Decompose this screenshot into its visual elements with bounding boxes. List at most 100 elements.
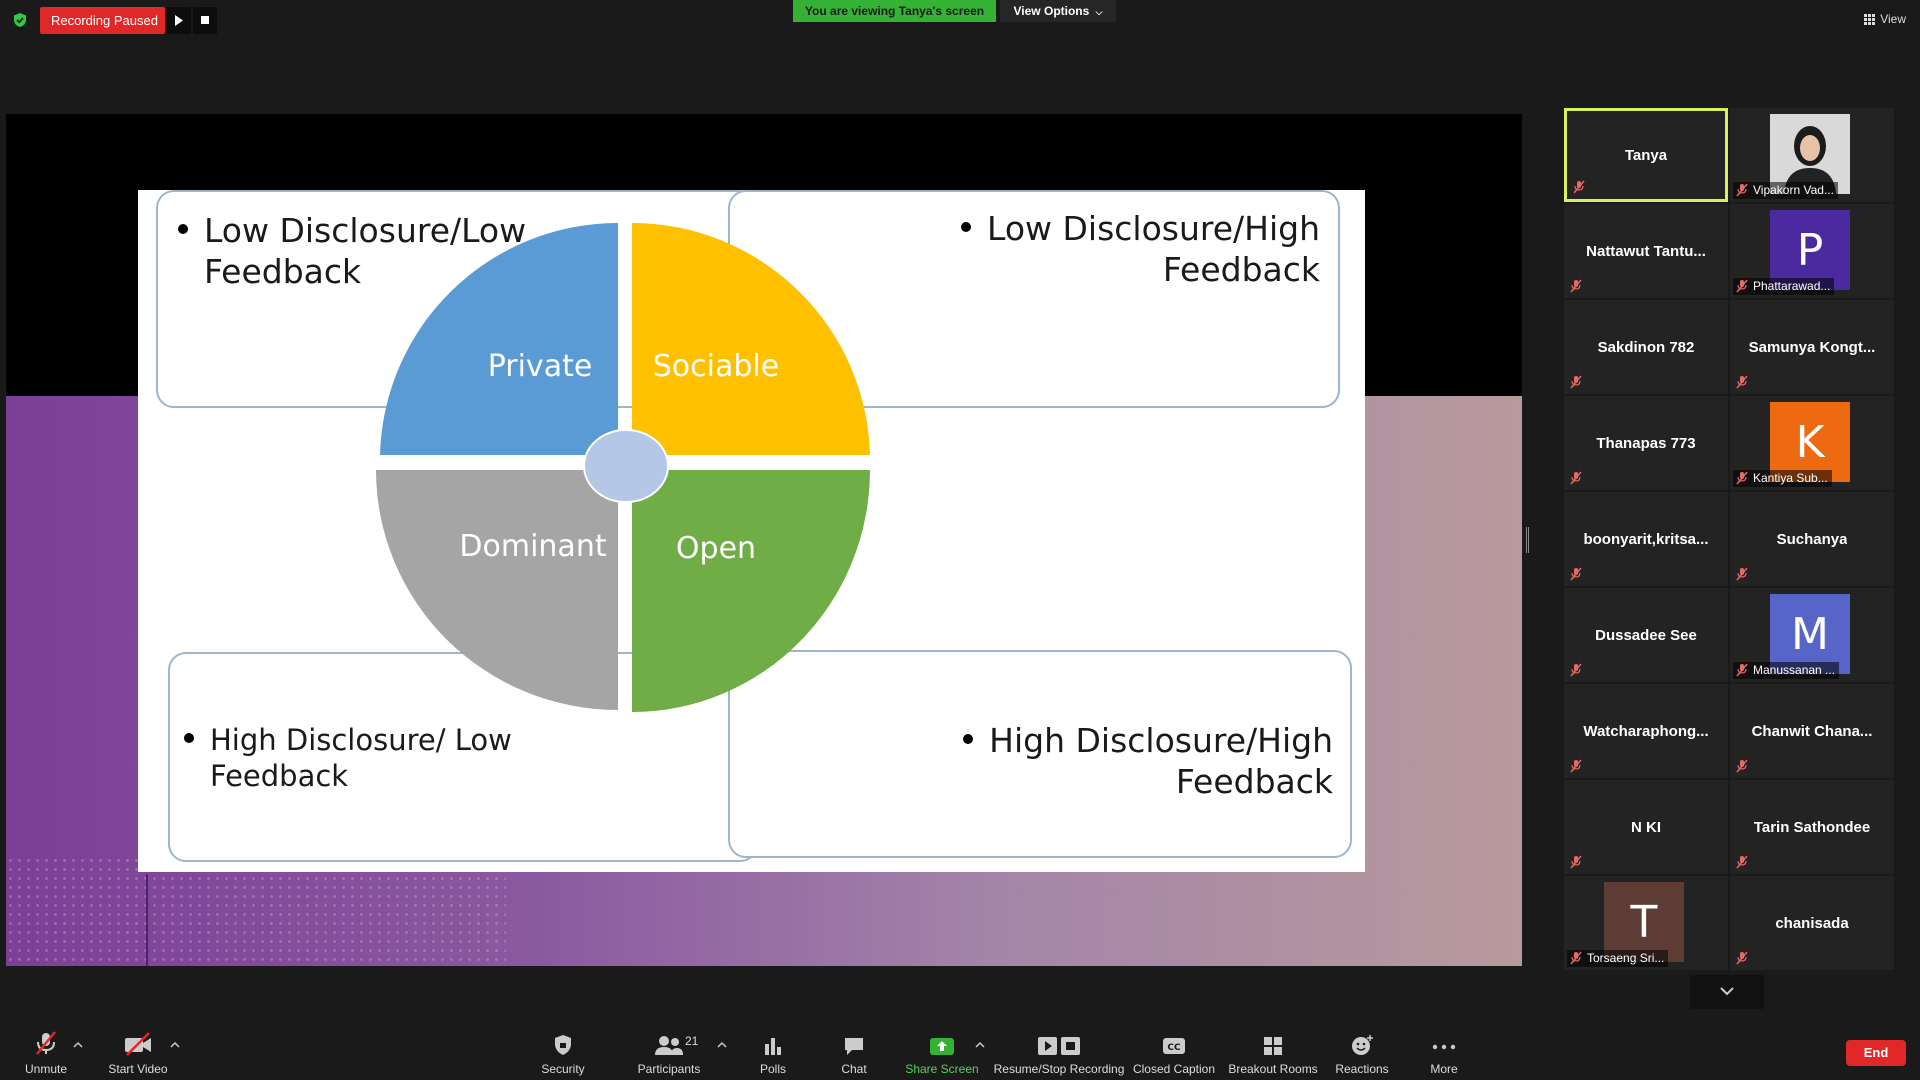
muted-microphone-icon [1570, 375, 1582, 389]
view-options-label: View Options [1013, 4, 1090, 18]
unmute-button[interactable]: Unmute [20, 1022, 72, 1080]
avatar-initial: T [1630, 896, 1658, 948]
reactions-button[interactable]: Reactions [1335, 1022, 1389, 1080]
security-shield-icon[interactable] [12, 12, 28, 28]
breakout-rooms-label: Breakout Rooms [1228, 1062, 1318, 1076]
view-layout-button[interactable]: View [1864, 12, 1906, 26]
wheel-label-sociable: Sociable [653, 349, 779, 384]
participant-tile[interactable]: Dussadee See [1564, 588, 1728, 682]
avatar-initial: P [1796, 224, 1824, 276]
participant-tile[interactable]: Suchanya [1730, 492, 1894, 586]
chat-button[interactable]: Chat [838, 1022, 870, 1080]
muted-microphone-icon [1736, 759, 1748, 773]
slide: Low Disclosure/Low Feedback Low Disclosu… [138, 190, 1365, 872]
chevron-down-icon [1720, 987, 1734, 996]
muted-microphone-icon [1736, 183, 1748, 197]
decorative-line [146, 874, 148, 966]
recording-controls-icon [1038, 1037, 1080, 1055]
participant-name: Tarin Sathondee [1753, 818, 1871, 836]
polls-button[interactable]: Polls [756, 1022, 790, 1080]
muted-microphone-icon [1736, 375, 1748, 389]
participant-tile[interactable]: T Torsaeng Sri... [1564, 876, 1728, 970]
muted-microphone-icon [1570, 567, 1582, 581]
avatar-initial: K [1795, 416, 1825, 468]
panel-resize-handle[interactable] [1526, 527, 1529, 553]
muted-microphone-icon [1736, 567, 1748, 581]
breakout-rooms-button[interactable]: Breakout Rooms [1228, 1022, 1318, 1080]
resume-stop-recording-label: Resume/Stop Recording [993, 1062, 1125, 1076]
start-video-label: Start Video [108, 1062, 168, 1076]
start-video-button[interactable]: Start Video [104, 1022, 172, 1080]
muted-microphone-icon [1570, 855, 1582, 869]
participant-tile[interactable]: Chanwit Chana... [1730, 684, 1894, 778]
participant-tile[interactable]: Thanapas 773 [1564, 396, 1728, 490]
participant-name: Tanya [1624, 146, 1668, 164]
wheel-open-segment [632, 470, 870, 712]
participant-tile[interactable]: boonyarit,kritsa... [1564, 492, 1728, 586]
security-button[interactable]: Security [538, 1022, 588, 1080]
muted-microphone-icon [1736, 951, 1748, 965]
wheel-center-circle [583, 429, 669, 503]
wheel-label-open: Open [676, 531, 756, 566]
shared-screen: Low Disclosure/Low Feedback Low Disclosu… [6, 114, 1522, 966]
grid-icon [1864, 13, 1876, 25]
recording-paused-badge: Recording Paused [40, 7, 165, 34]
polls-label: Polls [759, 1062, 786, 1076]
participants-options-caret-icon[interactable] [717, 1040, 727, 1050]
muted-microphone-icon [1736, 663, 1748, 677]
muted-microphone-icon [1570, 663, 1582, 677]
muted-microphone-icon [1736, 279, 1748, 293]
stop-recording-button[interactable] [193, 7, 217, 34]
closed-caption-button[interactable]: CC Closed Caption [1133, 1022, 1215, 1080]
resume-stop-recording-button[interactable]: Resume/Stop Recording [994, 1022, 1124, 1080]
share-screen-button[interactable]: Share Screen [905, 1022, 979, 1080]
participant-tile[interactable]: P Phattarawad... [1730, 204, 1894, 298]
participant-tile[interactable]: Tanya [1564, 108, 1728, 202]
participants-label: Participants [637, 1062, 701, 1076]
personality-wheel: Private Sociable Dominant Open [376, 222, 870, 712]
participant-tile[interactable]: Vipakorn Vad... [1730, 108, 1894, 202]
participant-name: Sakdinon 782 [1597, 338, 1695, 356]
participant-name: Chanwit Chana... [1751, 722, 1873, 740]
resume-recording-button[interactable] [167, 7, 191, 34]
security-label: Security [541, 1062, 585, 1076]
audio-options-caret-icon[interactable] [73, 1040, 83, 1050]
participant-tile[interactable]: M Manussanan ... [1730, 588, 1894, 682]
participant-tile[interactable]: Watcharaphong... [1564, 684, 1728, 778]
participants-button[interactable]: Participants [636, 1022, 702, 1080]
participant-tile[interactable]: K Kantiya Sub... [1730, 396, 1894, 490]
participant-tile[interactable]: Samunya Kongt... [1730, 300, 1894, 394]
more-button[interactable]: More [1428, 1022, 1460, 1080]
participant-name: Suchanya [1776, 530, 1848, 548]
participant-tile[interactable]: Sakdinon 782 [1564, 300, 1728, 394]
participants-count: 21 [685, 1034, 699, 1048]
decorative-dots [6, 856, 506, 966]
muted-microphone-icon [1570, 471, 1582, 485]
muted-microphone-icon [1570, 279, 1582, 293]
closed-caption-icon: CC [1163, 1038, 1185, 1054]
unmute-label: Unmute [24, 1062, 68, 1076]
chat-label: Chat [841, 1062, 867, 1076]
muted-microphone-icon [36, 1031, 56, 1055]
share-options-caret-icon[interactable] [975, 1040, 985, 1050]
participant-tile[interactable]: N KI [1564, 780, 1728, 874]
share-screen-label: Share Screen [905, 1062, 979, 1076]
reactions-smiley-icon [1352, 1035, 1373, 1055]
muted-microphone-icon [1736, 855, 1748, 869]
participant-tile[interactable]: Tarin Sathondee [1730, 780, 1894, 874]
participant-name: Watcharaphong... [1583, 722, 1709, 740]
participants-icon [655, 1036, 683, 1055]
view-options-button[interactable]: View Options ⌵ [1000, 0, 1116, 22]
video-options-caret-icon[interactable] [170, 1040, 180, 1050]
participant-name: Thanapas 773 [1596, 434, 1696, 452]
reactions-label: Reactions [1335, 1062, 1389, 1076]
participant-tile[interactable]: Nattawut Tantu... [1564, 204, 1728, 298]
participant-tile[interactable]: chanisada [1730, 876, 1894, 970]
participant-name: Dussadee See [1595, 626, 1697, 644]
shield-icon [555, 1035, 571, 1055]
muted-microphone-icon [1570, 951, 1582, 965]
end-meeting-button[interactable]: End [1846, 1040, 1906, 1066]
view-label: View [1880, 12, 1906, 26]
gallery-next-page-button[interactable] [1690, 975, 1764, 1009]
viewing-screen-banner: You are viewing Tanya's screen [793, 0, 996, 22]
